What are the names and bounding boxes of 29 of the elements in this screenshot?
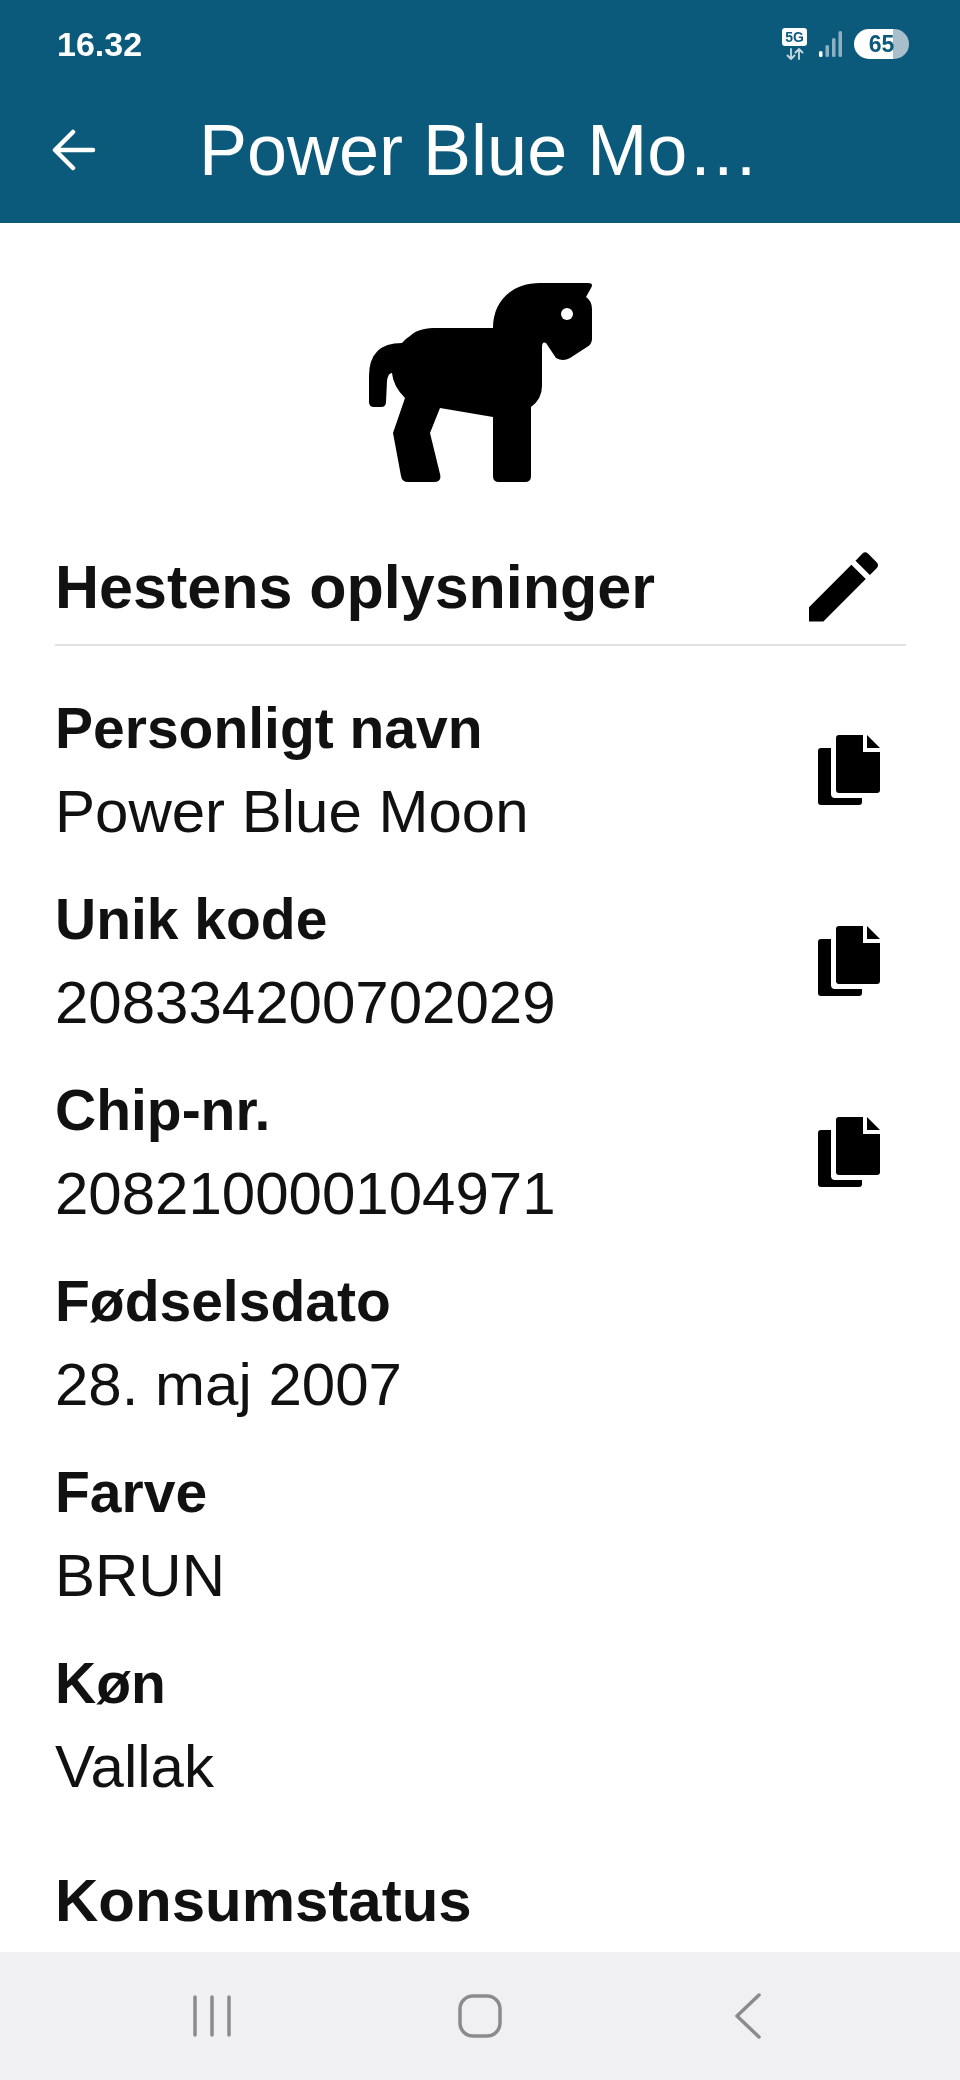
field-label: Unik kode	[55, 886, 328, 953]
section-title: Hestens oplysninger	[55, 552, 655, 623]
horse-icon	[367, 281, 594, 484]
pencil-icon[interactable]	[809, 552, 878, 622]
field-value: Vallak	[55, 1732, 214, 1802]
up-down-arrows-icon	[784, 48, 805, 60]
chevron-left-icon[interactable]	[734, 1993, 762, 2039]
vertical-lines-icon[interactable]	[193, 1995, 231, 2037]
field-label: Farve	[55, 1459, 208, 1526]
field-label: Køn	[55, 1650, 166, 1717]
arrow-left-icon[interactable]	[52, 128, 96, 171]
page-title: Power Blue Mo…	[199, 108, 760, 192]
field-value: 208334200702029	[55, 968, 556, 1038]
rounded-square-icon[interactable]	[458, 1994, 502, 2038]
copy-icon[interactable]	[818, 1117, 880, 1187]
field-value: 28. maj 2007	[55, 1350, 402, 1420]
field-label: Personligt navn	[55, 695, 483, 762]
section-title: Konsumstatus	[55, 1866, 472, 1936]
field-value: Power Blue Moon	[55, 777, 529, 847]
field-label: Chip-nr.	[55, 1077, 271, 1144]
copy-icon[interactable]	[818, 926, 880, 996]
copy-icon[interactable]	[818, 735, 880, 805]
field-value: BRUN	[55, 1541, 225, 1611]
field-value: 208210000104971	[55, 1159, 556, 1229]
status-time: 16.32	[57, 24, 143, 64]
battery-indicator: 65	[854, 29, 909, 59]
network-badge: 5G	[782, 28, 807, 46]
field-label: Fødselsdato	[55, 1268, 391, 1335]
signal-icon	[819, 31, 842, 57]
